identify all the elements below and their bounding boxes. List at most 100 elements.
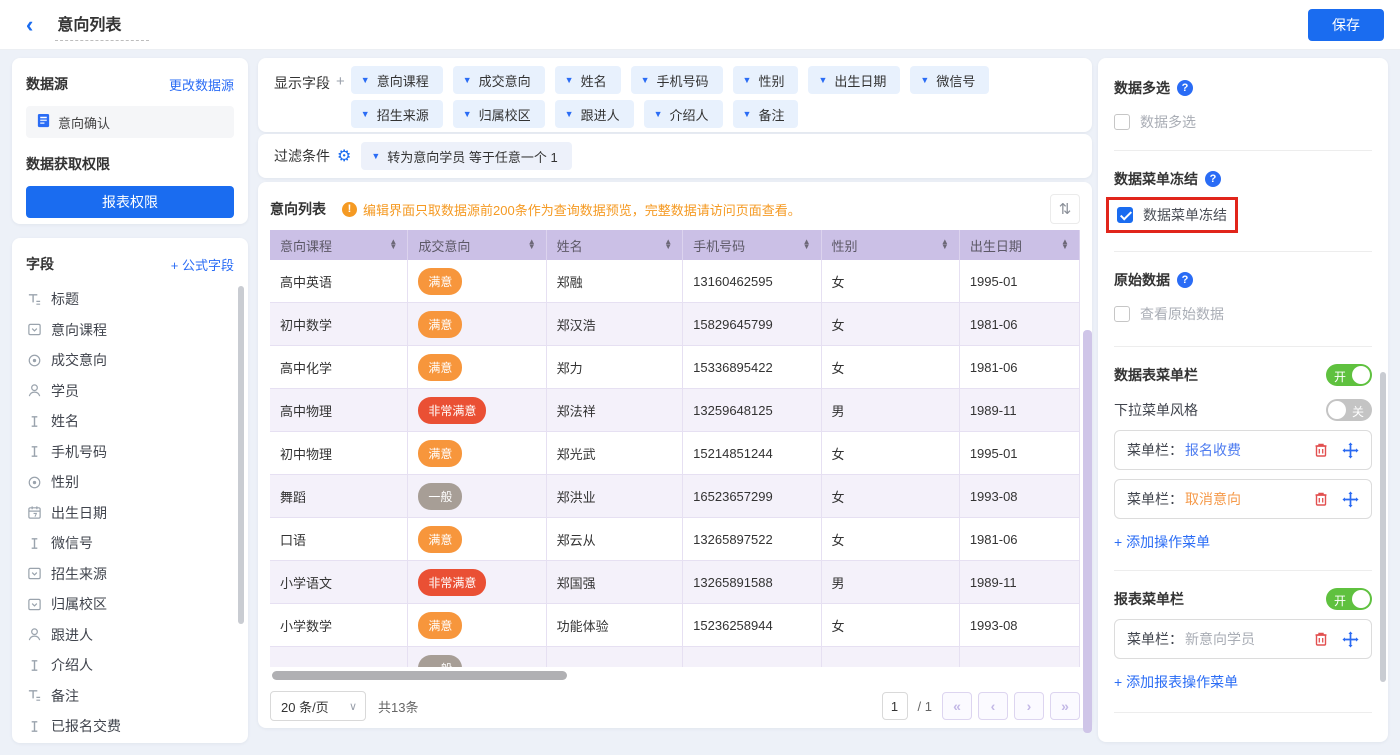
chip-label: 归属校区	[479, 105, 531, 124]
person-icon	[27, 627, 42, 642]
add-report-action-menu-link[interactable]: + 添加报表操作菜单	[1114, 672, 1372, 692]
raw-data-checkbox-row[interactable]: 查看原始数据	[1114, 304, 1372, 324]
help-icon[interactable]: ?	[1177, 272, 1193, 288]
add-formula-field-link[interactable]: + 公式字段	[171, 255, 234, 274]
field-item[interactable]: 微信号	[12, 528, 248, 559]
datasource-item[interactable]: 意向确认	[26, 106, 234, 138]
delete-icon[interactable]	[1313, 491, 1329, 507]
checkbox-checked[interactable]	[1117, 207, 1133, 223]
text-icon	[27, 658, 42, 673]
select-icon	[27, 322, 42, 337]
table-cell: 郑国强	[547, 561, 684, 603]
display-field-chip[interactable]: ▼备注	[733, 100, 799, 128]
report-menu-toggle-on[interactable]: 开	[1326, 588, 1372, 610]
field-item[interactable]: 标题	[12, 284, 248, 315]
column-header: 手机号码▲▼	[683, 230, 821, 260]
display-field-chip[interactable]: ▼意向课程	[351, 66, 443, 94]
field-item[interactable]: 已报名交费	[12, 711, 248, 742]
display-field-chip[interactable]: ▼手机号码	[631, 66, 723, 94]
menu-freeze-checkbox-row[interactable]: 数据菜单冻结	[1117, 205, 1227, 225]
menu-bar-value[interactable]: 新意向学员	[1185, 629, 1255, 649]
display-field-chip[interactable]: ▼跟进人	[555, 100, 634, 128]
field-item[interactable]: 备注	[12, 681, 248, 712]
sort-carets[interactable]: ▲▼	[664, 240, 672, 250]
add-action-menu-link[interactable]: + 添加操作菜单	[1114, 532, 1372, 552]
menu-bar-value[interactable]: 取消意向	[1185, 489, 1241, 509]
column-header-label: 成交意向	[418, 236, 470, 255]
multi-select-checkbox-row[interactable]: 数据多选	[1114, 112, 1372, 132]
checkbox-unchecked[interactable]	[1114, 306, 1130, 322]
table-cell: 非常满意	[408, 561, 546, 603]
settings-scrollbar[interactable]	[1380, 372, 1386, 682]
field-item[interactable]: 学员	[12, 376, 248, 407]
gear-icon[interactable]: ⚙	[337, 146, 351, 166]
first-page-button[interactable]: «	[942, 692, 972, 720]
display-field-chip[interactable]: ▼姓名	[555, 66, 621, 94]
column-header-label: 性别	[832, 236, 858, 255]
table-horizontal-scrollbar[interactable]	[272, 671, 567, 680]
menu-bar-value[interactable]: 报名收费	[1185, 440, 1241, 460]
sort-carets[interactable]: ▲▼	[1061, 240, 1069, 250]
select-icon	[27, 566, 42, 581]
current-page-input[interactable]: 1	[882, 692, 908, 720]
field-item[interactable]: 手机号码	[12, 437, 248, 468]
intent-status-badge: 非常满意	[418, 569, 486, 596]
page-title[interactable]: 意向列表	[55, 9, 149, 41]
back-icon[interactable]: ‹	[26, 14, 33, 36]
page-size-select[interactable]: 20 条/页 ∨	[270, 691, 366, 721]
delete-icon[interactable]	[1313, 631, 1329, 647]
person-icon	[27, 383, 42, 398]
divider	[1114, 712, 1372, 713]
field-item[interactable]: 性别	[12, 467, 248, 498]
next-page-button[interactable]: ›	[1014, 692, 1044, 720]
table-cell: 高中英语	[270, 260, 408, 302]
report-permission-button[interactable]: 报表权限	[26, 186, 234, 218]
sort-carets[interactable]: ▲▼	[941, 240, 949, 250]
change-datasource-link[interactable]: 更改数据源	[169, 75, 234, 94]
filter-condition-chip[interactable]: ▼ 转为意向学员 等于任意一个 1	[361, 142, 571, 170]
display-field-chip[interactable]: ▼招生来源	[351, 100, 443, 128]
table-cell: 满意	[408, 260, 546, 302]
sort-carets[interactable]: ▲▼	[803, 240, 811, 250]
column-header: 姓名▲▼	[547, 230, 684, 260]
sort-carets[interactable]: ▲▼	[389, 240, 397, 250]
field-item[interactable]: 跟进人	[12, 620, 248, 651]
field-label: 意向课程	[51, 320, 107, 340]
display-field-chip[interactable]: ▼微信号	[910, 66, 989, 94]
intent-status-badge: 满意	[418, 354, 462, 381]
sort-order-button[interactable]: ⇅	[1050, 194, 1080, 224]
dropdown-style-toggle-off[interactable]: 关	[1326, 399, 1372, 421]
checkbox-unchecked[interactable]	[1114, 114, 1130, 130]
help-icon[interactable]: ?	[1177, 80, 1193, 96]
move-icon[interactable]	[1342, 442, 1359, 459]
help-icon[interactable]: ?	[1205, 171, 1221, 187]
field-item[interactable]: 成交意向	[12, 345, 248, 376]
field-item[interactable]: 介绍人	[12, 650, 248, 681]
sort-carets[interactable]: ▲▼	[528, 240, 536, 250]
field-item[interactable]: 招生来源	[12, 559, 248, 590]
chevron-down-icon: ▼	[463, 75, 472, 85]
menu-bar-prefix: 菜单栏：	[1127, 440, 1183, 460]
display-field-chip[interactable]: ▼成交意向	[453, 66, 545, 94]
move-icon[interactable]	[1342, 491, 1359, 508]
display-field-chip[interactable]: ▼归属校区	[453, 100, 545, 128]
field-item[interactable]: 意向课程	[12, 315, 248, 346]
table-vertical-scrollbar[interactable]	[1083, 330, 1092, 733]
display-field-chip[interactable]: ▼介绍人	[644, 100, 723, 128]
fields-scrollbar[interactable]	[238, 286, 244, 624]
field-item[interactable]: 出生日期	[12, 498, 248, 529]
field-list: 标题意向课程成交意向学员姓名手机号码性别出生日期微信号招生来源归属校区跟进人介绍…	[12, 284, 248, 742]
divider	[1114, 570, 1372, 571]
add-display-field-icon[interactable]: +	[336, 73, 345, 124]
field-item[interactable]: 姓名	[12, 406, 248, 437]
field-item[interactable]: 归属校区	[12, 589, 248, 620]
delete-icon[interactable]	[1313, 442, 1329, 458]
move-icon[interactable]	[1342, 631, 1359, 648]
last-page-button[interactable]: »	[1050, 692, 1080, 720]
display-field-chip[interactable]: ▼性别	[733, 66, 799, 94]
chevron-down-icon: ▼	[371, 151, 380, 161]
data-menu-toggle-on[interactable]: 开	[1326, 364, 1372, 386]
prev-page-button[interactable]: ‹	[978, 692, 1008, 720]
display-field-chip[interactable]: ▼出生日期	[808, 66, 900, 94]
save-button[interactable]: 保存	[1308, 9, 1384, 41]
